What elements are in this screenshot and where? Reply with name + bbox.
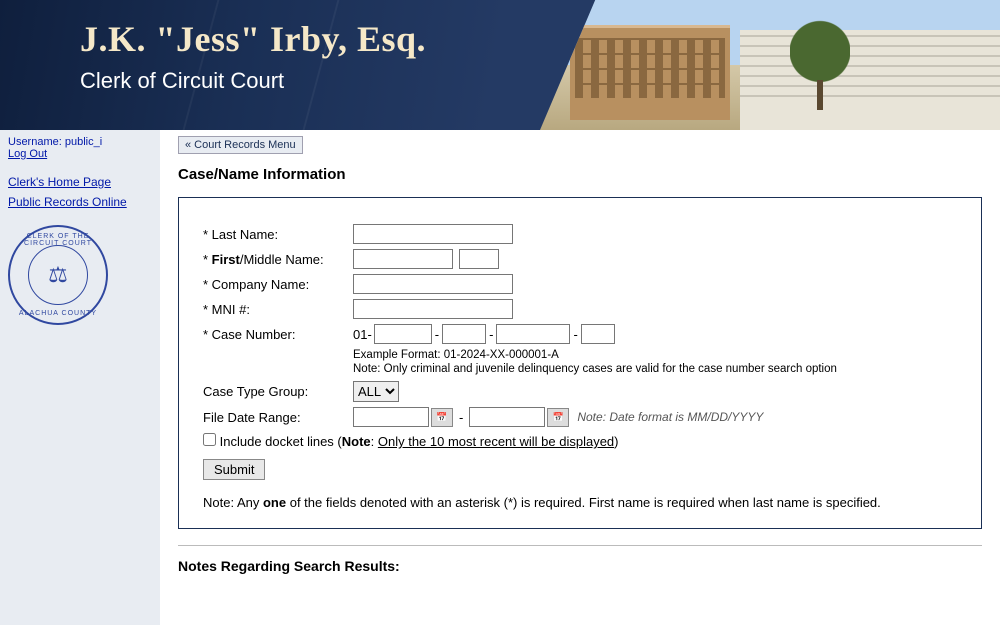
file-date-range-label: File Date Range: [203,410,353,425]
calendar-from-icon[interactable]: 📅 [431,408,453,427]
case-format-example: Example Format: 01-2024-XX-000001-A [353,349,961,361]
include-docket-label[interactable]: Include docket lines (Note: Only the 10 … [220,434,619,449]
company-label: Company Name: [203,277,353,292]
case-number-year-input[interactable] [374,324,432,344]
case-number-prefix: 01- [353,327,372,342]
search-form: Last Name: * First/Middle Name: Company … [178,197,982,529]
public-records-link[interactable]: Public Records Online [8,192,127,212]
case-type-group-select[interactable]: ALL [353,381,399,402]
logout-link[interactable]: Log Out [8,148,47,160]
submit-button[interactable]: Submit [203,459,265,480]
header-photo [540,0,1000,130]
case-number-label: Case Number: [203,327,353,342]
site-header: J.K. "Jess" Irby, Esq. Clerk of Circuit … [0,0,1000,130]
page-title: Case/Name Information [178,166,982,183]
mni-label: MNI #: [203,302,353,317]
last-name-label: Last Name: [203,227,353,242]
mni-input[interactable] [353,299,513,319]
court-records-menu-button[interactable]: « Court Records Menu [178,136,303,154]
last-name-input[interactable] [353,224,513,244]
sidebar: Username: public_i Log Out Clerk's Home … [0,130,160,625]
case-number-note: Note: Only criminal and juvenile delinqu… [353,363,961,375]
county-seal: CLERK OF THE CIRCUIT COURT ⚖ ALACHUA COU… [8,225,108,325]
first-middle-label: * First/Middle Name: [203,252,353,267]
main-content: « Court Records Menu Case/Name Informati… [160,130,1000,625]
divider [178,545,982,546]
home-page-link[interactable]: Clerk's Home Page [8,172,111,192]
first-name-input[interactable] [353,249,453,269]
scales-icon: ⚖ [28,245,88,305]
date-to-input[interactable] [469,407,545,427]
date-format-hint: Note: Date format is MM/DD/YYYY [577,410,763,424]
case-number-seq-input[interactable] [496,324,570,344]
middle-name-input[interactable] [459,249,499,269]
case-number-type-input[interactable] [442,324,486,344]
case-type-group-label: Case Type Group: [203,384,353,399]
required-fields-note: Note: Any one of the fields denoted with… [203,494,961,512]
username-value: public_i [65,136,102,148]
username-label: Username: [8,136,62,148]
date-from-input[interactable] [353,407,429,427]
case-number-suffix-input[interactable] [581,324,615,344]
results-notes-heading: Notes Regarding Search Results: [178,558,982,574]
include-docket-checkbox[interactable] [203,433,216,446]
company-name-input[interactable] [353,274,513,294]
calendar-to-icon[interactable]: 📅 [547,408,569,427]
